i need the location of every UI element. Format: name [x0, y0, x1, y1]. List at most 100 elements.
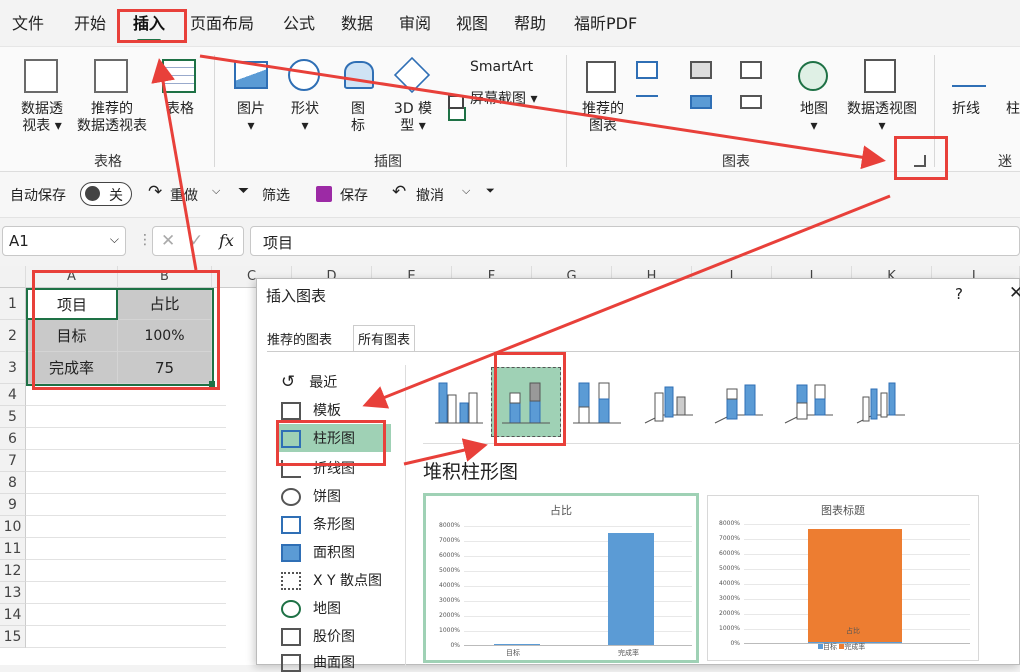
tab-insert[interactable]: 插入: [133, 10, 165, 42]
chart-type-area[interactable]: 面积图: [281, 542, 355, 562]
chart-type-recent[interactable]: ↺ 最近: [281, 372, 337, 392]
recommended-charts-button[interactable]: 推荐的 图表: [576, 101, 630, 135]
chart-type-line[interactable]: 折线图: [281, 458, 355, 478]
tab-all-charts[interactable]: 所有图表: [353, 325, 416, 351]
chart-type-column[interactable]: 柱形图: [279, 424, 391, 452]
chart-type-pie[interactable]: 饼图: [281, 486, 341, 506]
cell-b2[interactable]: 100%: [118, 320, 212, 352]
100-stacked-column-thumb[interactable]: [569, 373, 625, 429]
close-button[interactable]: ✕: [1009, 283, 1020, 303]
help-button[interactable]: ?: [955, 285, 963, 303]
clustered-column-thumb[interactable]: [431, 373, 487, 429]
3d-stacked-column-thumb[interactable]: [711, 373, 767, 429]
combo-chart-icon[interactable]: [740, 95, 762, 109]
table-button[interactable]: 表格: [158, 101, 202, 118]
tab-page-layout[interactable]: 页面布局: [190, 10, 254, 34]
row-header[interactable]: 1: [0, 288, 26, 320]
row-header[interactable]: 4: [0, 384, 26, 406]
smartart-button[interactable]: SmartArt: [470, 59, 533, 76]
recommended-pivot-button[interactable]: 推荐的 数据透视表: [72, 101, 152, 135]
cell-a1[interactable]: 项目: [26, 288, 118, 320]
cell-a2[interactable]: 目标: [26, 320, 118, 352]
map-button[interactable]: 地图 ▾: [794, 101, 834, 135]
row-header[interactable]: 8: [0, 472, 26, 494]
cell-a3[interactable]: 完成率: [26, 352, 118, 384]
row-header[interactable]: 5: [0, 406, 26, 428]
tab-foxit-pdf[interactable]: 福昕PDF: [574, 10, 637, 34]
pivot-table-button[interactable]: 数据透 视表 ▾: [10, 101, 74, 135]
row-header[interactable]: 14: [0, 604, 26, 626]
tick-label: 6000%: [439, 552, 460, 559]
bar-completion: [608, 532, 654, 645]
column-chart-icon[interactable]: [636, 61, 658, 79]
picture-button[interactable]: 图片 ▾: [226, 101, 276, 135]
chart-dialog-launcher-icon[interactable]: [914, 155, 926, 167]
3d-model-button[interactable]: 3D 模 型 ▾: [384, 101, 442, 135]
sparkline-line-button[interactable]: 折线: [952, 101, 980, 118]
icons-button[interactable]: 图 标: [340, 101, 376, 135]
chart-type-stock[interactable]: 股价图: [281, 626, 355, 646]
column-header[interactable]: A: [26, 266, 118, 288]
row-header[interactable]: 9: [0, 494, 26, 516]
waterfall-chart-icon[interactable]: [740, 61, 762, 79]
insert-function-icon[interactable]: fx: [219, 231, 234, 250]
pivot-chart-button[interactable]: 数据透视图 ▾: [842, 101, 922, 135]
hierarchy-chart-icon[interactable]: [690, 61, 712, 79]
sparkline-column-button[interactable]: 柱: [1006, 101, 1020, 118]
3d-clustered-column-thumb[interactable]: [641, 373, 697, 429]
tab-formulas[interactable]: 公式: [283, 10, 315, 34]
chart-type-templates[interactable]: 模板: [281, 400, 341, 420]
column-header[interactable]: B: [118, 266, 212, 288]
tab-recommended-charts[interactable]: 推荐的图表: [267, 329, 332, 348]
formula-input[interactable]: 项目: [250, 226, 1020, 256]
undo-button[interactable]: 撤消: [416, 185, 444, 205]
row-header[interactable]: 13: [0, 582, 26, 604]
category-label: 目标: [506, 649, 520, 657]
cell-b1[interactable]: 占比: [118, 288, 212, 320]
tab-file[interactable]: 文件: [12, 10, 44, 34]
chevron-down-icon[interactable]: ⌵: [212, 184, 220, 198]
shapes-button[interactable]: 形状 ▾: [282, 101, 328, 135]
filter-button[interactable]: 筛选: [262, 185, 290, 205]
screenshot-button[interactable]: 屏幕截图 ▾: [470, 91, 537, 108]
row-header[interactable]: 7: [0, 450, 26, 472]
3d-100-stacked-column-thumb[interactable]: [781, 373, 837, 429]
chart-type-map[interactable]: 地图: [281, 598, 341, 618]
name-box[interactable]: A1 ⌵: [2, 226, 126, 256]
cell-b3[interactable]: 75: [118, 352, 212, 384]
cancel-icon[interactable]: ✕: [161, 231, 175, 251]
autosave-toggle[interactable]: 关: [80, 182, 132, 206]
line-chart-icon[interactable]: [636, 95, 658, 109]
enter-icon[interactable]: ✓: [189, 231, 203, 251]
chart-type-surface[interactable]: 曲面图: [281, 652, 355, 672]
tab-review[interactable]: 审阅: [399, 10, 431, 34]
chart-preview-2[interactable]: 图表标题 8000% 7000% 6000% 5000% 4000% 3000%…: [707, 495, 979, 661]
tab-view[interactable]: 视图: [456, 10, 488, 34]
chart-type-bar[interactable]: 条形图: [281, 514, 355, 534]
row-header[interactable]: 3: [0, 352, 26, 384]
row-header[interactable]: 10: [0, 516, 26, 538]
name-box-value: A1: [9, 232, 29, 250]
row-header[interactable]: 15: [0, 626, 26, 648]
fill-handle[interactable]: [209, 381, 215, 387]
chart-preview-1[interactable]: 占比 8000% 7000% 6000% 5000% 4000% 3000% 2…: [423, 493, 699, 663]
tab-home[interactable]: 开始: [74, 10, 106, 34]
tick-label: 2000%: [439, 612, 460, 619]
screenshot-icon: [448, 95, 464, 109]
customize-toolbar-icon[interactable]: ⏷: [486, 184, 495, 198]
redo-button[interactable]: 重做: [170, 185, 198, 205]
recent-icon: ↺: [281, 372, 296, 392]
row-header[interactable]: 11: [0, 538, 26, 560]
legend-item: 目标: [823, 643, 837, 651]
tab-data[interactable]: 数据: [341, 10, 373, 34]
save-button[interactable]: 保存: [340, 185, 368, 205]
row-header[interactable]: 12: [0, 560, 26, 582]
3d-column-thumb[interactable]: [853, 373, 909, 429]
chevron-down-icon[interactable]: ⌵: [462, 184, 470, 198]
select-all[interactable]: [0, 266, 26, 288]
chart-type-scatter[interactable]: X Y 散点图: [281, 570, 382, 590]
tab-help[interactable]: 帮助: [514, 10, 546, 34]
statistic-chart-icon[interactable]: [690, 95, 712, 109]
row-header[interactable]: 2: [0, 320, 26, 352]
row-header[interactable]: 6: [0, 428, 26, 450]
